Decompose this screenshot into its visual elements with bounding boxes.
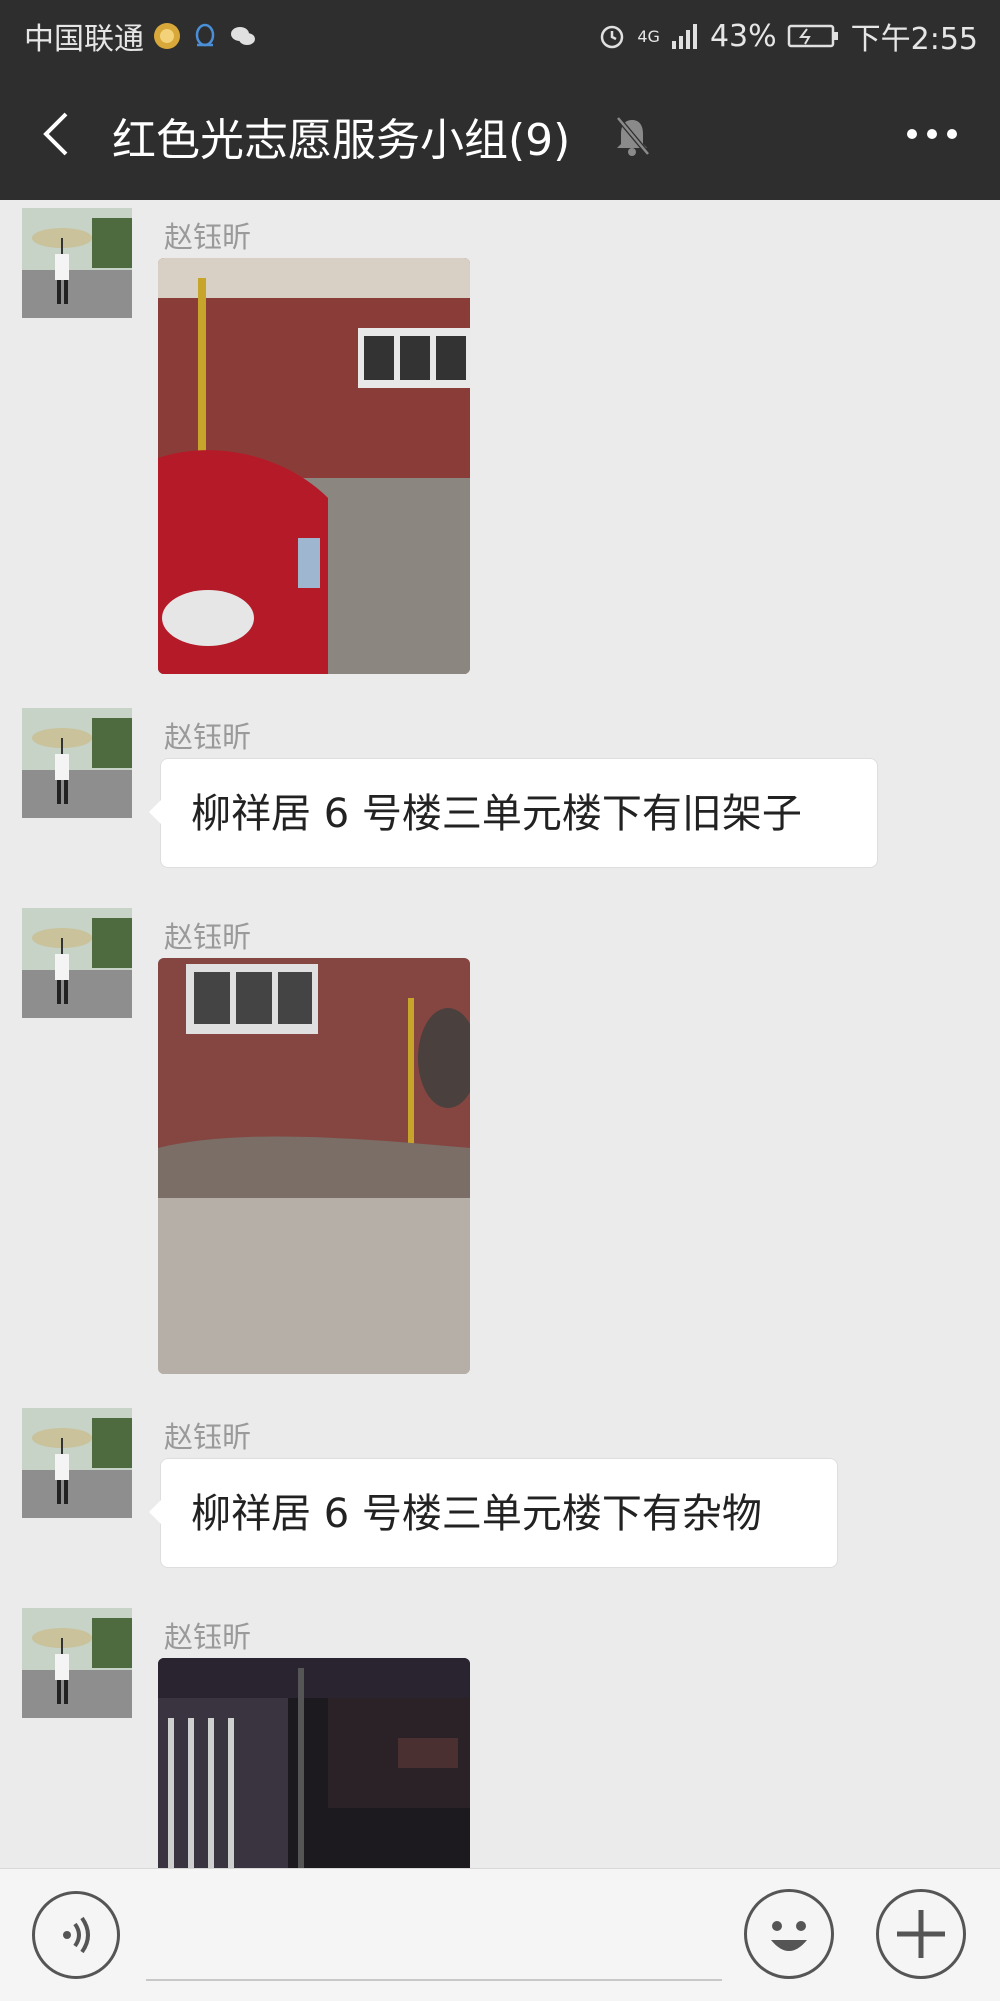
text-bubble[interactable]: 柳祥居 6 号楼三单元楼下有旧架子 <box>149 758 878 868</box>
chevron-left-icon[interactable] <box>36 108 76 160</box>
emoji-button[interactable] <box>744 1889 834 1979</box>
avatar[interactable] <box>22 908 132 1018</box>
wechat-icon <box>231 27 255 45</box>
chat-area: 赵钰昕 赵钰昕 柳祥居 6 号楼三单元楼下有旧架子 赵钰昕 赵钰昕 柳祥居 6 … <box>0 200 1000 1868</box>
plus-button[interactable] <box>876 1889 966 1979</box>
text-bubble[interactable]: 柳祥居 6 号楼三单元楼下有杂物 <box>149 1458 838 1568</box>
clock: 下午2:55 <box>850 22 978 57</box>
sender-name: 赵钰昕 <box>164 1620 252 1654</box>
avatar[interactable] <box>22 1408 132 1518</box>
photo-message[interactable] <box>158 1658 470 1868</box>
status-bar: 中国联通 4G 43% 下午2:55 <box>0 0 1000 68</box>
coin-app-icon <box>154 23 180 49</box>
sender-name: 赵钰昕 <box>164 720 252 754</box>
avatar[interactable] <box>22 1608 132 1718</box>
qq-icon <box>195 23 215 47</box>
chat-header: 红色光志愿服务小组(9) <box>0 68 1000 200</box>
carrier-label: 中国联通 <box>24 22 144 57</box>
input-bar <box>0 1868 1000 2001</box>
chat-title[interactable]: 红色光志愿服务小组(9) <box>112 104 570 168</box>
bell-off-icon <box>616 116 650 156</box>
network-type: 4G <box>637 26 660 46</box>
emoji-icon <box>771 1921 807 1951</box>
sender-name: 赵钰昕 <box>164 220 252 254</box>
voice-button[interactable] <box>32 1891 120 1979</box>
alarm-icon <box>601 25 624 49</box>
battery-icon <box>787 24 838 48</box>
sender-name: 赵钰昕 <box>164 920 252 954</box>
photo-message[interactable] <box>158 258 470 674</box>
message-input[interactable] <box>146 1979 722 1981</box>
signal-icon <box>671 24 697 49</box>
sender-name: 赵钰昕 <box>164 1420 252 1454</box>
battery-percent: 43% <box>709 18 777 54</box>
photo-message[interactable] <box>158 958 470 1374</box>
plus-icon <box>897 1910 945 1958</box>
more-dots-icon[interactable] <box>904 126 960 142</box>
voice-icon <box>63 1916 90 1954</box>
avatar[interactable] <box>22 708 132 818</box>
avatar[interactable] <box>22 208 132 318</box>
